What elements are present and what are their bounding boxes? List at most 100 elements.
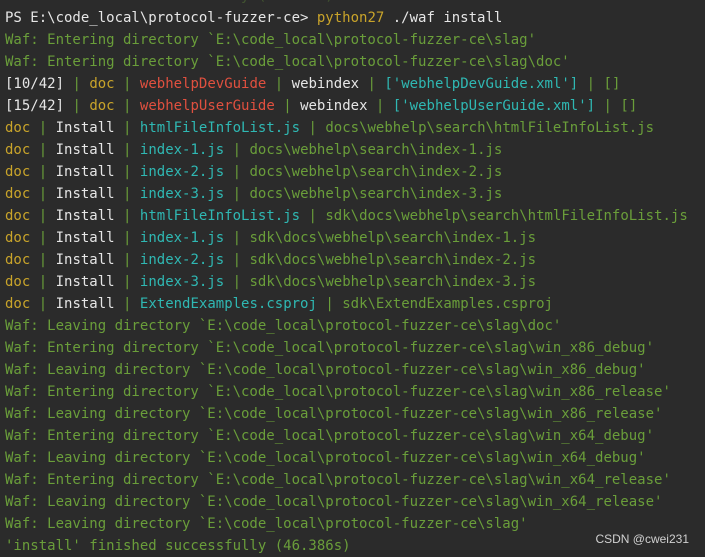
terminal-text-segment: | [359, 76, 385, 92]
terminal-text-segment: index-1.js [139, 230, 225, 246]
terminal-text-segment: webhelpDevGuide [139, 76, 267, 92]
terminal-text-segment: [10/42] [5, 76, 65, 92]
terminal-text-segment: Install [55, 186, 115, 202]
terminal-text-segment: | [367, 98, 393, 114]
terminal-text-segment: Install [55, 120, 115, 136]
terminal-text-segment: doc [5, 252, 31, 268]
terminal-text-segment: | [30, 164, 56, 180]
terminal-text-segment: sdk\docs\webhelp\search\htmlFileInfoList… [325, 208, 688, 224]
terminal-line: Waf: Leaving directory `E:\code_local\pr… [5, 491, 662, 513]
terminal-text-segment: | [114, 230, 140, 246]
terminal-text-segment: | [224, 164, 250, 180]
terminal-line: [10/42] | doc | webhelpDevGuide | webind… [5, 73, 620, 95]
terminal-text-segment: doc [5, 186, 31, 202]
terminal-text-segment: Waf: Entering directory `E:\code_local\p… [5, 32, 537, 48]
terminal-text-segment: ['webhelpUserGuide.xml'] [392, 98, 596, 114]
terminal-text-segment: | [300, 120, 326, 136]
terminal-text-segment: | [224, 252, 250, 268]
terminal-text-segment: sdk\docs\webhelp\search\index-2.js [249, 252, 537, 268]
terminal-line: Waf: Leaving directory `E:\code_local\pr… [5, 447, 646, 469]
terminal-text-segment: Waf: Leaving directory `E:\code_local\pr… [5, 406, 663, 422]
terminal-text-segment: | [114, 120, 140, 136]
terminal-text-segment: | [30, 296, 56, 312]
terminal-text-segment: doc [5, 296, 31, 312]
terminal-line: Waf: Entering directory `E:\code_local\p… [5, 381, 671, 403]
terminal-text-segment: Install [55, 252, 115, 268]
terminal-text-segment: htmlFileInfoList.js [139, 208, 301, 224]
terminal-line: 'build' finished successfully (37.662s) [5, 0, 334, 7]
terminal-line: Waf: Entering directory `E:\code_local\p… [5, 29, 536, 51]
terminal-text-segment: index-3.js [139, 186, 225, 202]
terminal-text-segment: doc [5, 230, 31, 246]
terminal-text-segment: doc [89, 98, 115, 114]
terminal-text-segment: [15/42] [5, 98, 65, 114]
terminal-text-segment: Install [55, 296, 115, 312]
terminal-text-segment: | [114, 98, 140, 114]
terminal-line: [15/42] | doc | webhelpUserGuide | webin… [5, 95, 637, 117]
terminal-text-segment: doc [5, 142, 31, 158]
terminal-text-segment: 'install' finished successfully (46.386s… [5, 538, 351, 554]
terminal-text-segment: doc [5, 120, 31, 136]
terminal-line: doc | Install | index-3.js | sdk\docs\we… [5, 271, 536, 293]
terminal-text-segment: webindex [291, 76, 360, 92]
terminal-text-segment: | [30, 230, 56, 246]
terminal-text-segment: sdk\ExtendExamples.csproj [342, 296, 553, 312]
terminal-text-segment: ./waf install [384, 10, 503, 26]
terminal-text-segment: | [30, 186, 56, 202]
terminal-line: doc | Install | htmlFileInfoList.js | do… [5, 117, 654, 139]
terminal-text-segment: ['webhelpDevGuide.xml'] [384, 76, 579, 92]
terminal-text-segment: | [114, 76, 140, 92]
terminal-line: Waf: Leaving directory `E:\code_local\pr… [5, 315, 561, 337]
terminal-line: Waf: Entering directory `E:\code_local\p… [5, 469, 671, 491]
terminal-text-segment: | [316, 296, 343, 312]
terminal-text-segment: Waf: Leaving directory `E:\code_local\pr… [5, 516, 528, 532]
terminal-output[interactable]: 'build' finished successfully (37.662s) P… [0, 0, 705, 555]
terminal-text-segment: doc [5, 274, 31, 290]
terminal-text-segment: | [30, 252, 56, 268]
terminal-text-segment: Waf: Leaving directory `E:\code_local\pr… [5, 450, 646, 466]
terminal-text-segment: Install [55, 230, 115, 246]
terminal-text-segment: docs\webhelp\search\htmlFileInfoList.js [325, 120, 655, 136]
terminal-text-segment: Waf: Leaving directory `E:\code_local\pr… [5, 362, 646, 378]
terminal-text-segment: Waf: Leaving directory `E:\code_local\pr… [5, 318, 562, 334]
terminal-text-segment: | [224, 186, 250, 202]
terminal-text-segment: | [64, 98, 90, 114]
terminal-line: Waf: Leaving directory `E:\code_local\pr… [5, 403, 662, 425]
terminal-text-segment: docs\webhelp\search\index-3.js [249, 186, 503, 202]
terminal-line: Waf: Leaving directory `E:\code_local\pr… [5, 513, 528, 535]
terminal-line: Waf: Leaving directory `E:\code_local\pr… [5, 359, 646, 381]
terminal-text-segment: | [595, 98, 621, 114]
terminal-text-segment: Waf: Entering directory `E:\code_local\p… [5, 54, 570, 70]
terminal-text-segment: Install [55, 208, 115, 224]
terminal-text-segment: | [114, 208, 140, 224]
terminal-line: 'install' finished successfully (46.386s… [5, 535, 351, 557]
terminal-text-segment: | [114, 186, 140, 202]
terminal-text-segment: index-2.js [139, 164, 225, 180]
terminal-text-segment: | [114, 164, 140, 180]
terminal-text-segment: docs\webhelp\search\index-1.js [249, 142, 503, 158]
terminal-line: PS E:\code_local\protocol-fuzzer-ce> pyt… [5, 7, 502, 29]
terminal-line: Waf: Entering directory `E:\code_local\p… [5, 425, 654, 447]
terminal-line: doc | Install | index-3.js | docs\webhel… [5, 183, 502, 205]
terminal-line: Waf: Entering directory `E:\code_local\p… [5, 51, 570, 73]
terminal-text-segment: | [224, 230, 250, 246]
terminal-line: doc | Install | index-2.js | docs\webhel… [5, 161, 502, 183]
terminal-text-segment: | [64, 76, 90, 92]
terminal-text-segment: | [30, 208, 56, 224]
terminal-text-segment: | [30, 120, 56, 136]
terminal-text-segment: | [300, 208, 326, 224]
terminal-text-segment: | [30, 274, 56, 290]
terminal-text-segment: sdk\docs\webhelp\search\index-1.js [249, 230, 537, 246]
terminal-text-segment: python27 [316, 10, 385, 26]
terminal-line: Waf: Entering directory `E:\code_local\p… [5, 337, 654, 359]
terminal-text-segment: | [578, 76, 604, 92]
terminal-text-segment: [] [620, 98, 638, 114]
terminal-text-segment: doc [89, 76, 115, 92]
terminal-text-segment: | [266, 76, 292, 92]
terminal-line: doc | Install | htmlFileInfoList.js | sd… [5, 205, 688, 227]
terminal-text-segment: doc [5, 164, 31, 180]
terminal-text-segment: sdk\docs\webhelp\search\index-3.js [249, 274, 537, 290]
terminal-text-segment: index-2.js [139, 252, 225, 268]
terminal-text-segment: docs\webhelp\search\index-2.js [249, 164, 503, 180]
terminal-text-segment: webhelpUserGuide [139, 98, 275, 114]
